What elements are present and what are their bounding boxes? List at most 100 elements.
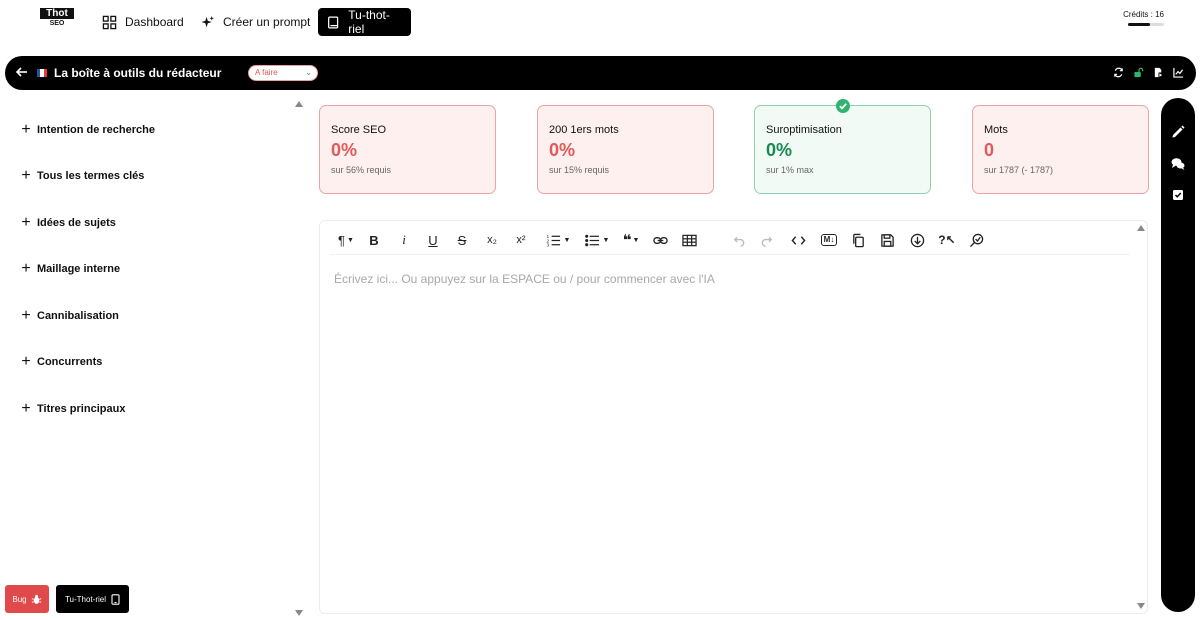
sidebar-item-label: Concurrents: [37, 356, 103, 368]
tutorial-button-label: Tu-Thot-riel: [64, 594, 107, 604]
sidebar-item-concurrents[interactable]: + Concurrents: [20, 352, 102, 372]
chart-line-icon[interactable]: [1173, 67, 1184, 78]
card-subtitle: sur 56% requis: [331, 165, 392, 175]
status-select[interactable]: A faire ⌄: [248, 65, 318, 81]
plus-icon: +: [21, 400, 31, 417]
card-subtitle: sur 15% requis: [549, 165, 610, 175]
code-icon: [790, 235, 806, 245]
lock-open-icon[interactable]: [1133, 67, 1144, 78]
top-nav: Thot SEO Dashboard Créer un prompt Tu-th…: [0, 0, 1200, 50]
undo-button[interactable]: [730, 231, 746, 249]
bug-button-label: Bug: [12, 594, 27, 604]
code-button[interactable]: [789, 231, 807, 249]
text-editor[interactable]: ¶ ▼ B i U S x₂ x² 123 ▼ ▼ ❝ ▼ M↓ ?↖ Écri…: [319, 220, 1148, 614]
card-over-optimisation: Suroptimisation 0% sur 1% max: [754, 105, 931, 194]
markdown-button[interactable]: M↓: [819, 231, 839, 249]
editor-scroll-up[interactable]: [1137, 225, 1145, 231]
thot-seo-logo[interactable]: Thot SEO: [40, 8, 74, 32]
plus-icon: +: [21, 353, 31, 370]
sidebar-item-titres[interactable]: + Titres principaux: [20, 399, 125, 419]
caret-down-icon: ▼: [632, 236, 640, 244]
tutorial-button[interactable]: Tu-Thot-riel: [56, 585, 129, 613]
nav-create-prompt-label: Créer un prompt: [223, 15, 311, 29]
table-icon: [681, 234, 697, 246]
card-value: 0%: [766, 140, 793, 160]
refresh-icon[interactable]: [1113, 67, 1124, 78]
bullet-list-button[interactable]: ▼: [582, 231, 612, 249]
underline-icon: U: [428, 232, 438, 248]
bold-button[interactable]: B: [366, 231, 382, 249]
plus-icon: +: [21, 260, 31, 277]
question-pointer-icon: ?↖: [938, 233, 956, 247]
export-doc-icon[interactable]: [1153, 67, 1164, 78]
subscript-icon: x₂: [487, 234, 497, 246]
nav-tutorial-label: Tu-thot-riel: [348, 8, 390, 36]
bullet-list-icon: [584, 234, 599, 246]
svg-text:3: 3: [546, 242, 549, 247]
markdown-icon: M↓: [820, 234, 838, 246]
sidebar-item-label: Idées de sujets: [37, 217, 116, 229]
card-value: 0%: [331, 140, 358, 160]
help-selection-button[interactable]: ?↖: [938, 231, 956, 249]
link-icon: [652, 236, 668, 244]
nav-tutorial[interactable]: Tu-thot-riel: [318, 8, 411, 36]
card-value: 0%: [549, 140, 576, 160]
cloud-download-icon: [910, 233, 924, 247]
bold-icon: B: [369, 232, 379, 248]
sidebar-item-idees[interactable]: + Idées de sujets: [20, 213, 116, 233]
sidebar-item-intention[interactable]: + Intention de recherche: [20, 120, 155, 140]
pencil-icon[interactable]: [1171, 125, 1185, 139]
sidebar-item-cannibalisation[interactable]: + Cannibalisation: [20, 306, 119, 326]
checkbox-icon[interactable]: [1171, 188, 1185, 202]
download-button[interactable]: [908, 231, 926, 249]
pilcrow-icon: ¶: [338, 232, 346, 248]
sidebar-item-label: Maillage interne: [37, 263, 121, 275]
copy-button[interactable]: [850, 231, 866, 249]
card-score-seo: Score SEO 0% sur 56% requis: [319, 105, 496, 194]
bug-icon: [31, 594, 41, 604]
paragraph-style-button[interactable]: ¶ ▼: [335, 231, 357, 249]
save-button[interactable]: [878, 231, 896, 249]
quote-button[interactable]: ❝ ▼: [619, 231, 643, 249]
sidebar-scroll-up[interactable]: [295, 101, 303, 107]
card-title: Score SEO: [331, 124, 387, 136]
redo-button[interactable]: [759, 231, 775, 249]
sidebar-item-label: Titres principaux: [37, 403, 126, 415]
card-subtitle: sur 1% max: [766, 165, 814, 175]
redo-icon: [761, 236, 772, 247]
sidebar-item-maillage[interactable]: + Maillage interne: [20, 259, 120, 279]
superscript-icon: x²: [516, 234, 526, 246]
table-button[interactable]: [680, 231, 698, 249]
title-bar-actions: [1113, 67, 1184, 78]
editor-placeholder: Écrivez ici... Ou appuyez sur la ESPACE …: [334, 272, 715, 286]
copy-icon: [852, 233, 864, 247]
tablet-icon: [111, 593, 120, 605]
editor-toolbar: ¶ ▼ B i U S x₂ x² 123 ▼ ▼ ❝ ▼ M↓ ?↖: [330, 229, 1130, 255]
italic-button[interactable]: i: [396, 231, 412, 249]
chevron-down-icon: ⌄: [305, 68, 312, 77]
strikethrough-button[interactable]: S: [454, 231, 470, 249]
card-first-words: 200 1ers mots 0% sur 15% requis: [537, 105, 714, 194]
ordered-list-button[interactable]: 123 ▼: [543, 231, 573, 249]
plus-icon: +: [21, 307, 31, 324]
chat-bubbles-icon[interactable]: [1171, 157, 1185, 171]
grid-icon: [102, 15, 117, 29]
sidebar-scroll-down[interactable]: [295, 610, 303, 616]
nav-dashboard[interactable]: Dashboard: [94, 8, 192, 36]
link-button[interactable]: [651, 231, 669, 249]
nav-create-prompt[interactable]: Créer un prompt: [192, 8, 318, 36]
superscript-button[interactable]: x²: [513, 231, 529, 249]
underline-button[interactable]: U: [425, 231, 441, 249]
sparkles-icon: [201, 15, 215, 27]
editor-scroll-down[interactable]: [1137, 603, 1145, 609]
document-title: La boîte à outils du rédacteur: [54, 66, 222, 80]
spell-check-button[interactable]: [967, 231, 985, 249]
subscript-button[interactable]: x₂: [484, 231, 500, 249]
undo-icon: [733, 236, 744, 247]
card-title: 200 1ers mots: [549, 124, 619, 136]
card-title: Mots: [984, 124, 1008, 136]
arrow-left-icon[interactable]: [15, 65, 29, 79]
ordered-list-icon: 123: [546, 234, 560, 247]
sidebar-item-termes[interactable]: + Tous les termes clés: [20, 166, 144, 186]
bug-report-button[interactable]: Bug: [5, 585, 49, 613]
